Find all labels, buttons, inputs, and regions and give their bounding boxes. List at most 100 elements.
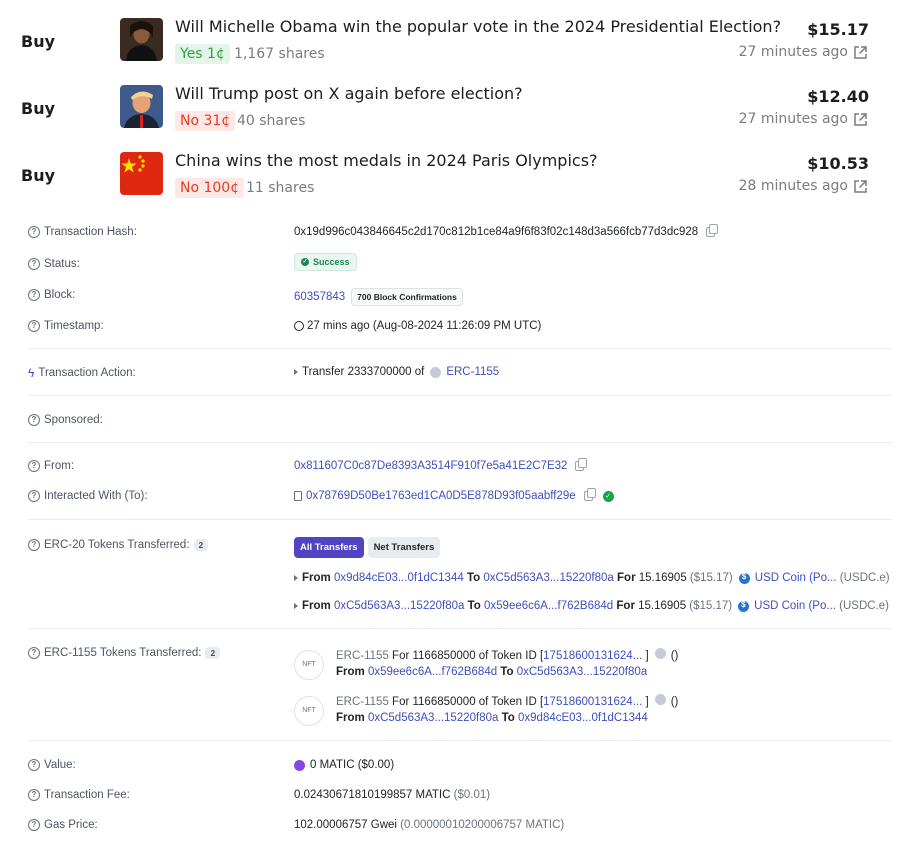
block-label: Block: xyxy=(44,289,76,301)
verified-check-icon: ✓ xyxy=(602,490,614,502)
net-transfers-button[interactable]: Net Transfers xyxy=(367,537,441,558)
help-icon[interactable]: ? xyxy=(28,289,40,301)
to-word: To xyxy=(501,712,515,724)
trade-row[interactable]: Buy Will Michelle Obama win the popular … xyxy=(0,17,904,80)
copy-icon[interactable] xyxy=(575,458,588,471)
help-icon[interactable]: ? xyxy=(28,789,40,801)
fee-usd: ($0.01) xyxy=(453,789,491,801)
trade-price: $10.53 xyxy=(807,154,869,173)
outcome-badge: Yes 1¢ xyxy=(175,44,230,64)
status-text: Success xyxy=(313,257,350,267)
help-icon[interactable]: ? xyxy=(28,539,40,551)
lightning-icon: ϟ xyxy=(28,366,35,380)
transfer-to-link[interactable]: 0xC5d563A3...15220f80a xyxy=(483,572,613,584)
transfer-from-link[interactable]: 0xC5d563A3...15220f80a xyxy=(334,600,464,612)
transfer-amount: 15.16905 xyxy=(638,572,687,584)
for-word: For xyxy=(616,600,635,612)
help-icon[interactable]: ? xyxy=(28,258,40,270)
token-symbol: (USDC.e) xyxy=(839,572,890,584)
tx-hash-label: Transaction Hash: xyxy=(44,226,137,238)
transfer-usd: ($15.17) xyxy=(689,572,733,584)
token-symbol: (USDC.e) xyxy=(839,600,889,612)
block-link[interactable]: 60357843 xyxy=(294,291,345,303)
token-id-link[interactable]: 17518600131624... xyxy=(543,696,642,708)
trade-time: 27 minutes ago xyxy=(738,111,848,127)
external-link-icon[interactable] xyxy=(853,179,868,194)
market-title[interactable]: Will Trump post on X again before electi… xyxy=(175,84,523,103)
trade-side: Buy xyxy=(21,99,56,118)
trade-row[interactable]: Buy China wins the most medals in 2024 P… xyxy=(0,151,904,214)
to-word: To xyxy=(500,666,514,678)
from-word: From xyxy=(336,712,365,724)
confirmations-badge: 700 Block Confirmations xyxy=(351,288,463,306)
transfer-from-link[interactable]: 0x9d84cE03...0f1dC1344 xyxy=(334,572,464,584)
matic-icon xyxy=(294,759,305,771)
status-label: Status: xyxy=(44,258,80,270)
shares-count: 11 shares xyxy=(246,180,315,196)
fee-amount: 0.02430671810199857 MATIC xyxy=(294,789,451,801)
help-icon[interactable]: ? xyxy=(28,414,40,426)
help-icon[interactable]: ? xyxy=(28,759,40,771)
divider xyxy=(28,442,892,443)
transfer-to-link[interactable]: 0x59ee6c6A...f762B684d xyxy=(484,600,613,612)
token-id-link[interactable]: 17518600131624... xyxy=(543,650,642,662)
caret-right-icon[interactable] xyxy=(294,603,298,609)
erc1155-transfer: NFT ERC-1155 For 1166850000 of Token ID … xyxy=(28,694,892,734)
token-name-link[interactable]: USD Coin (Po... xyxy=(754,600,836,612)
to-address-link[interactable]: 0x78769D50Be1763ed1CA0D5E878D93f05aabff2… xyxy=(306,490,576,502)
trade-row[interactable]: Buy Will Trump post on X again before el… xyxy=(0,84,904,147)
to-label: Interacted With (To): xyxy=(44,490,148,502)
caret-right-icon[interactable] xyxy=(294,369,298,375)
help-icon[interactable]: ? xyxy=(28,490,40,502)
divider xyxy=(28,740,892,741)
action-label: Transaction Action: xyxy=(38,367,136,379)
token-name-link[interactable]: USD Coin (Po... xyxy=(755,572,837,584)
trade-side: Buy xyxy=(21,32,56,51)
transfer-from-link[interactable]: 0x59ee6c6A...f762B684d xyxy=(368,666,497,678)
all-transfers-button[interactable]: All Transfers xyxy=(294,537,364,558)
value-label: Value: xyxy=(44,759,76,771)
token-standard: ERC-1155 xyxy=(336,696,389,708)
trade-time: 27 minutes ago xyxy=(738,44,848,60)
from-word: From xyxy=(302,600,331,612)
caret-right-icon[interactable] xyxy=(294,575,298,581)
clock-icon xyxy=(294,321,304,331)
help-icon[interactable]: ? xyxy=(28,460,40,472)
from-address-link[interactable]: 0x811607C0c87De8393A3514F910f7e5a41E2C7E… xyxy=(294,460,567,472)
external-link-icon[interactable] xyxy=(853,112,868,127)
help-icon[interactable]: ? xyxy=(28,226,40,238)
market-title[interactable]: China wins the most medals in 2024 Paris… xyxy=(175,151,598,170)
contract-file-icon xyxy=(294,491,302,501)
portrait-avatar-icon xyxy=(120,85,163,128)
trade-price: $15.17 xyxy=(807,20,869,39)
bracket-close: ] xyxy=(645,696,649,708)
for-text: For 1166850000 of Token ID [ xyxy=(392,696,544,708)
fee-label: Transaction Fee: xyxy=(44,789,130,801)
china-flag-icon xyxy=(120,152,163,195)
market-title[interactable]: Will Michelle Obama win the popular vote… xyxy=(175,17,781,36)
transfer-from-link[interactable]: 0xC5d563A3...15220f80a xyxy=(368,712,498,724)
from-word: From xyxy=(302,572,331,584)
usdc-icon xyxy=(738,572,750,584)
outcome-badge: No 100¢ xyxy=(175,178,245,198)
to-word: To xyxy=(467,600,481,612)
for-word: For xyxy=(617,572,636,584)
portrait-avatar-icon xyxy=(120,18,163,61)
nft-icon: NFT xyxy=(294,650,324,680)
copy-icon[interactable] xyxy=(583,488,596,501)
erc20-count-badge: 2 xyxy=(193,539,209,551)
help-icon[interactable]: ? xyxy=(28,320,40,332)
nft-icon: NFT xyxy=(294,696,324,726)
transfer-usd: ($15.17) xyxy=(689,600,733,612)
tx-hash-value: 0x19d996c043846645c2d170c812b1ce84a9f6f8… xyxy=(294,226,699,238)
transfer-to-link[interactable]: 0x9d84cE03...0f1dC1344 xyxy=(518,712,648,724)
help-icon[interactable]: ? xyxy=(28,819,40,831)
action-token-link[interactable]: ERC-1155 xyxy=(446,366,499,378)
shares-count: 40 shares xyxy=(237,113,306,129)
external-link-icon[interactable] xyxy=(853,45,868,60)
transfer-to-link[interactable]: 0xC5d563A3...15220f80a xyxy=(517,666,647,678)
copy-icon[interactable] xyxy=(706,224,719,237)
action-text: Transfer 2333700000 of xyxy=(302,366,425,378)
trade-side: Buy xyxy=(21,166,56,185)
erc20-label: ERC-20 Tokens Transferred: xyxy=(44,539,190,551)
